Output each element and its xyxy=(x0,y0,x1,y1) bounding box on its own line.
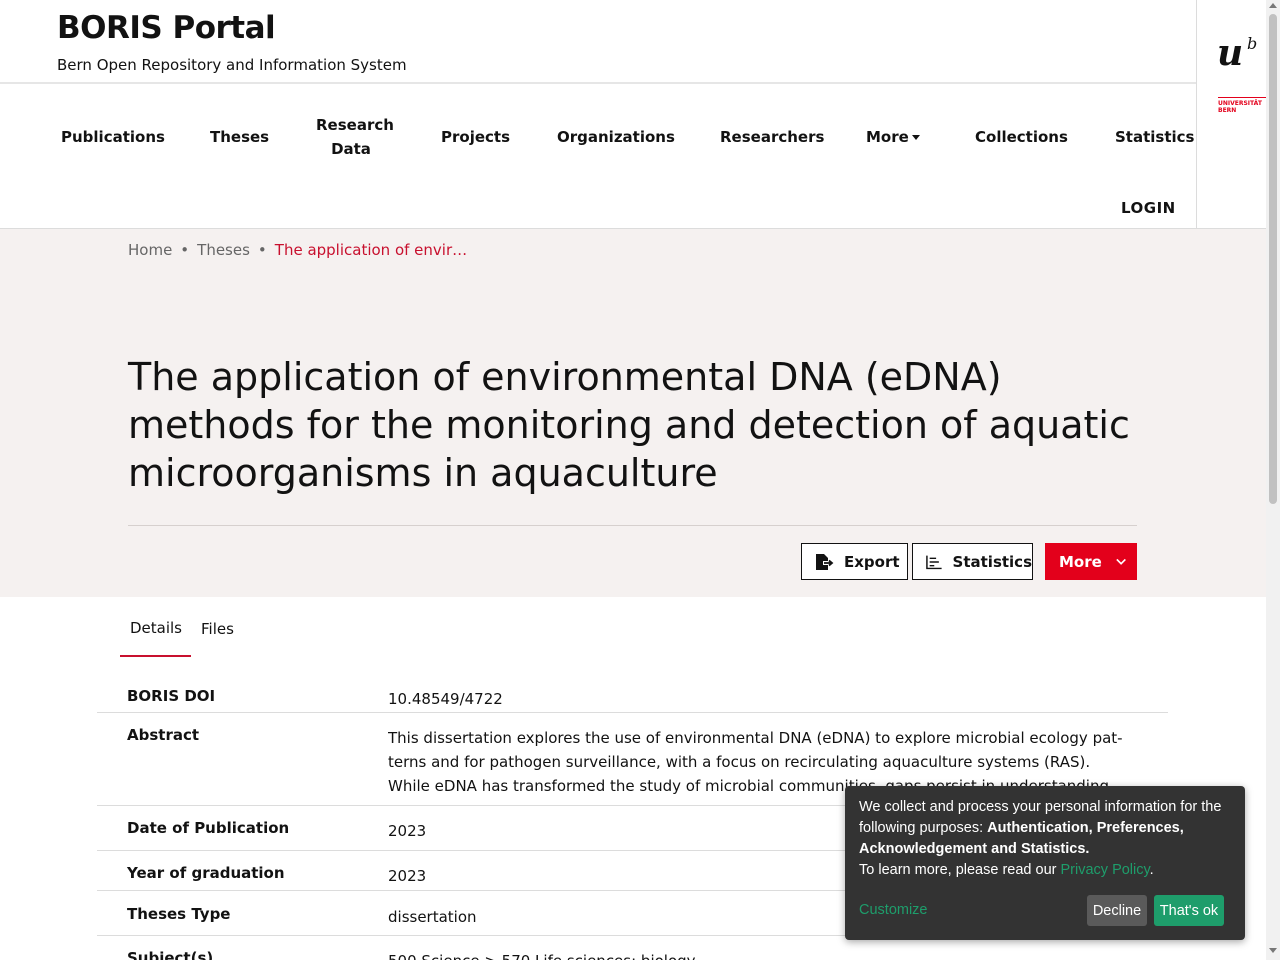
year-of-graduation-label: Year of graduation xyxy=(127,864,285,882)
brand-title[interactable]: BORIS Portal xyxy=(57,10,276,46)
doi-value[interactable]: 10.48549/4722 xyxy=(388,687,1130,711)
nav-theses[interactable]: Theses xyxy=(210,125,269,149)
more-actions-button[interactable]: More xyxy=(1045,543,1137,580)
statistics-label: Statistics xyxy=(952,552,1032,571)
export-file-icon xyxy=(816,553,834,570)
breadcrumb-theses[interactable]: Theses xyxy=(197,241,250,259)
statistics-button[interactable]: Statistics xyxy=(912,543,1033,580)
page-scrollbar[interactable] xyxy=(1266,0,1280,960)
cookie-consent-banner: We collect and process your personal inf… xyxy=(845,786,1245,940)
bar-chart-icon xyxy=(926,555,942,569)
nav-researchers[interactable]: Researchers xyxy=(720,125,824,149)
breadcrumb: Home • Theses • The application of envir… xyxy=(128,241,467,259)
breadcrumb-home[interactable]: Home xyxy=(128,241,172,259)
nav-research-data[interactable]: Research Data xyxy=(316,113,394,161)
nav-organizations[interactable]: Organizations xyxy=(557,125,675,149)
university-logo[interactable]: u b UNIVERSITÄT BERN xyxy=(1196,0,1266,229)
nav-projects[interactable]: Projects xyxy=(441,125,510,149)
scroll-down-icon[interactable] xyxy=(1269,948,1277,953)
scroll-thumb[interactable] xyxy=(1269,14,1277,504)
chevron-down-icon xyxy=(1116,558,1126,565)
breadcrumb-current: The application of envir… xyxy=(274,241,468,259)
logo-text: UNIVERSITÄT BERN xyxy=(1218,100,1262,114)
subjects-label: Subject(s) xyxy=(127,949,214,960)
logo-divider xyxy=(1218,97,1266,98)
tab-files[interactable]: Files xyxy=(201,612,234,657)
cookie-text: We collect and process your personal inf… xyxy=(859,797,1239,881)
page-title: The application of environmental DNA (eD… xyxy=(128,355,1130,495)
accept-button[interactable]: That's ok xyxy=(1154,895,1224,926)
breadcrumb-separator: • xyxy=(180,241,190,259)
site-header: BORIS Portal Bern Open Repository and In… xyxy=(0,0,1196,229)
date-of-publication-label: Date of Publication xyxy=(127,819,290,837)
logo-u: u xyxy=(1217,32,1244,74)
logo-text-line1: UNIVERSITÄT xyxy=(1218,100,1262,107)
logo-text-line2: BERN xyxy=(1218,107,1237,114)
caret-down-icon xyxy=(911,135,920,140)
scroll-up-icon[interactable] xyxy=(1269,3,1277,8)
hero-section: Home • Theses • The application of envir… Th… xyxy=(0,229,1266,597)
doi-label: BORIS DOI xyxy=(127,687,216,705)
abstract-label: Abstract xyxy=(127,726,200,744)
divider xyxy=(128,525,1137,526)
brand-row: BORIS Portal Bern Open Repository and In… xyxy=(0,0,1196,84)
decline-button[interactable]: Decline xyxy=(1087,895,1147,926)
theses-type-label: Theses Type xyxy=(127,905,231,923)
nav-research-data-line2: Data xyxy=(331,140,371,158)
login-button[interactable]: LOGIN xyxy=(1121,199,1176,217)
nav-publications[interactable]: Publications xyxy=(61,125,165,149)
brand-subtitle: Bern Open Repository and Information Sys… xyxy=(57,56,407,74)
breadcrumb-separator: • xyxy=(257,241,267,259)
table-row: BORIS DOI 10.48549/4722 xyxy=(97,680,1168,713)
cookie-period: . xyxy=(1149,862,1154,878)
nav-more-label: More xyxy=(866,128,909,146)
privacy-policy-link[interactable]: Privacy Policy xyxy=(1061,862,1150,878)
logo-b: b xyxy=(1247,34,1258,53)
tab-details[interactable]: Details xyxy=(120,612,191,657)
subjects-value[interactable]: 500 Science > 570 Life sciences; biology xyxy=(388,949,1130,960)
cookie-learn-more: To learn more, please read our xyxy=(859,862,1061,878)
nav-research-data-line1: Research xyxy=(316,116,394,134)
nav-statistics[interactable]: Statistics xyxy=(1115,125,1194,149)
nav-collections[interactable]: Collections xyxy=(975,125,1068,149)
more-actions-label: More xyxy=(1059,552,1102,571)
export-button[interactable]: Export xyxy=(801,543,908,580)
customize-link[interactable]: Customize xyxy=(859,902,928,918)
export-label: Export xyxy=(844,552,900,571)
nav-more-dropdown[interactable]: More xyxy=(866,125,920,149)
